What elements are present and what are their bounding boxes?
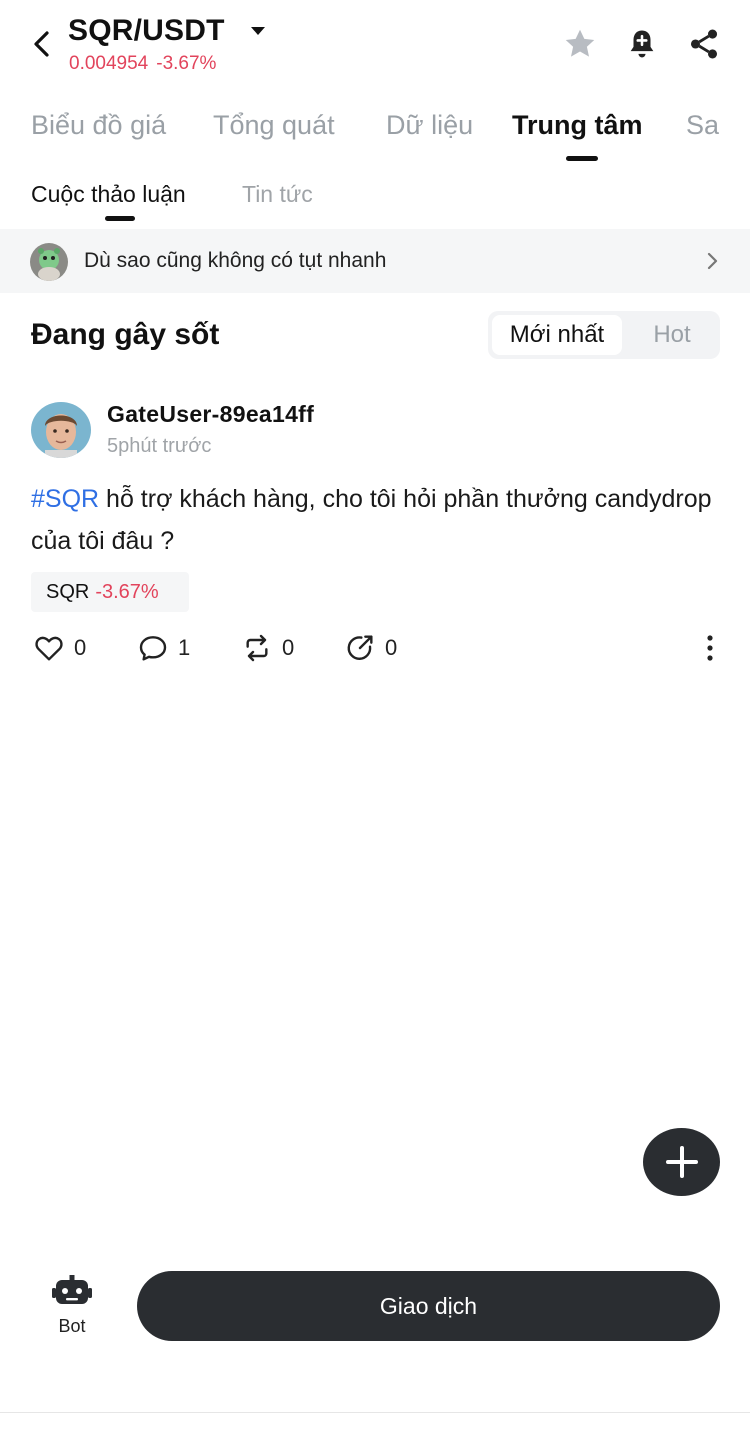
like-count: 0 [74, 635, 87, 660]
bot-button[interactable]: Bot [40, 1272, 104, 1342]
bot-label: Bot [58, 1316, 86, 1336]
share-button[interactable] [684, 24, 724, 64]
post-username[interactable]: GateUser-89ea14ff [107, 401, 314, 428]
price-line: 0.004954 -3.67% [69, 53, 216, 75]
sort-toggle: Mới nhất Hot [488, 311, 720, 359]
subtab-discussion[interactable]: Cuộc thảo luận [31, 181, 186, 208]
heart-icon [35, 636, 63, 661]
post-text[interactable]: #SQR hỗ trợ khách hàng, cho tôi hỏi phần… [31, 478, 721, 562]
comment-button[interactable]: 1 [136, 630, 190, 666]
caret-down-icon[interactable] [248, 23, 268, 39]
tab-data[interactable]: Dữ liệu [386, 110, 473, 141]
tab-overview[interactable]: Tổng quát [213, 110, 335, 141]
share-post-button[interactable]: 0 [343, 630, 397, 666]
share-arrow-icon [347, 635, 373, 660]
top-header: SQR/USDT 0.004954 -3.67% [0, 0, 750, 90]
more-vertical-icon [707, 635, 713, 661]
pair-title[interactable]: SQR/USDT [68, 14, 225, 48]
comment-count: 1 [178, 635, 191, 660]
tab-price-chart[interactable]: Biểu đồ giá [31, 110, 166, 141]
feed-title: Đang gây sốt [31, 318, 220, 351]
subtab-news[interactable]: Tin tức [242, 181, 313, 208]
coin-chip[interactable]: SQR -3.67% [31, 572, 189, 612]
tab-more[interactable]: Sa [686, 110, 719, 141]
sort-hot[interactable]: Hot [628, 315, 716, 355]
bottom-divider [0, 1412, 750, 1413]
back-arrow-icon [34, 31, 49, 57]
active-tab-indicator [566, 156, 598, 161]
like-button[interactable]: 0 [32, 630, 86, 666]
repost-count: 0 [282, 635, 295, 660]
share-count: 0 [385, 635, 398, 660]
sub-tabs: Cuộc thảo luận Tin tức [0, 176, 750, 226]
chevron-right-icon [707, 252, 718, 270]
repost-button[interactable]: 0 [240, 630, 294, 666]
sort-newest[interactable]: Mới nhất [492, 315, 622, 355]
price-alert-button[interactable] [622, 24, 662, 64]
favorite-button[interactable] [560, 24, 600, 64]
main-tabs: Biểu đồ giá Tổng quát Dữ liệu Trung tâm … [0, 104, 750, 164]
back-button[interactable] [24, 26, 60, 62]
plus-icon [665, 1146, 698, 1178]
create-post-button[interactable] [643, 1128, 720, 1196]
star-icon [565, 29, 595, 57]
avatar[interactable] [31, 402, 91, 458]
coin-change: -3.67% [95, 581, 159, 603]
banner-text: Dù sao cũng không có tụt nhanh [84, 249, 387, 272]
active-subtab-indicator [105, 216, 135, 221]
last-price: 0.004954 [69, 53, 149, 74]
repost-icon [246, 634, 268, 662]
post-body-text: hỗ trợ khách hàng, cho tôi hỏi phần thưở… [31, 485, 712, 555]
share-icon [690, 29, 718, 59]
post-hashtag[interactable]: #SQR [31, 485, 99, 513]
comment-icon [139, 636, 167, 661]
trade-button[interactable]: Giao dịch [137, 1271, 720, 1341]
post-timestamp: 5phút trước [107, 435, 212, 457]
coin-symbol: SQR [46, 581, 90, 603]
price-change: -3.67% [156, 53, 217, 74]
robot-icon [52, 1275, 92, 1304]
announcement-banner[interactable]: Dù sao cũng không có tụt nhanh [0, 229, 750, 293]
tab-hub[interactable]: Trung tâm [512, 110, 643, 141]
alert-bell-icon [630, 30, 654, 58]
more-options-button[interactable] [696, 630, 724, 666]
banner-avatar [30, 243, 68, 281]
